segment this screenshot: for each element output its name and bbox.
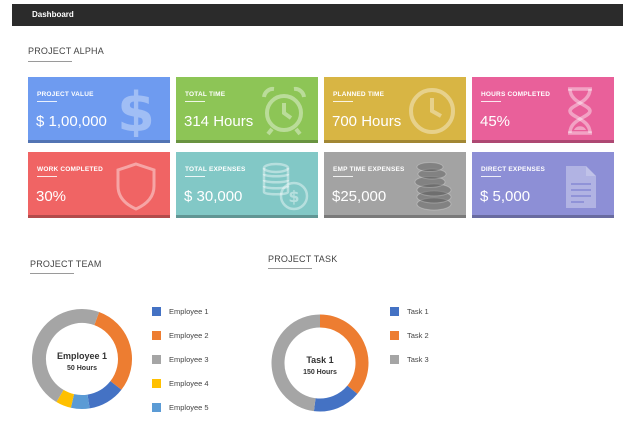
card-label-underline: [333, 101, 353, 102]
legend-swatch: [152, 355, 161, 364]
task-center-hours: 150 Hours: [303, 369, 337, 376]
task-title: PROJECT TASK: [268, 254, 338, 264]
legend-swatch: [152, 307, 161, 316]
card-value: $25,000: [332, 188, 387, 205]
card-total-expenses[interactable]: TOTAL EXPENSES $ 30,000 $: [176, 152, 318, 218]
card-project-value[interactable]: PROJECT VALUE $ 1,00,000 $: [28, 77, 170, 143]
legend-swatch: [390, 355, 399, 364]
legend-swatch: [152, 403, 161, 412]
team-title: PROJECT TEAM: [30, 259, 102, 269]
legend-label: Task 3: [407, 355, 429, 364]
team-title-underline: [30, 273, 74, 274]
card-label: TOTAL EXPENSES: [185, 166, 246, 173]
svg-text:$: $: [288, 187, 299, 206]
card-label-underline: [481, 176, 501, 177]
card-label-underline: [37, 176, 57, 177]
card-direct-expenses[interactable]: DIRECT EXPENSES $ 5,000: [472, 152, 614, 218]
card-hours-completed[interactable]: HOURS COMPLETED 45%: [472, 77, 614, 143]
task-center-name: Task 1: [306, 355, 334, 365]
donut-segment[interactable]: [70, 394, 90, 409]
shield-icon: [116, 162, 156, 211]
team-center-hours: 50 Hours: [67, 365, 97, 372]
legend-label: Task 2: [407, 331, 429, 340]
card-work-completed[interactable]: WORK COMPLETED 30%: [28, 152, 170, 218]
card-bottom-bar: [28, 140, 170, 143]
card-bottom-bar: [324, 215, 466, 218]
app-title: Dashboard: [32, 10, 74, 19]
team-center-name: Employee 1: [56, 351, 108, 361]
card-planned-time[interactable]: PLANNED TIME 700 Hours: [324, 77, 466, 143]
card-value: 700 Hours: [332, 113, 402, 130]
coin-stack-icon: [414, 162, 452, 211]
card-label: TOTAL TIME: [185, 91, 226, 98]
project-title: PROJECT ALPHA: [28, 46, 104, 56]
card-label-underline: [37, 101, 57, 102]
card-label: EMP TIME EXPENSES: [333, 166, 405, 173]
card-bottom-bar: [472, 140, 614, 143]
card-value: $ 5,000: [480, 188, 531, 205]
top-bar: Dashboard: [12, 4, 623, 26]
task-title-underline: [268, 268, 312, 269]
card-label: DIRECT EXPENSES: [481, 166, 546, 173]
donut-segment[interactable]: [313, 385, 358, 412]
card-bottom-bar: [324, 140, 466, 143]
card-label: HOURS COMPLETED: [481, 91, 551, 98]
legend-swatch: [152, 379, 161, 388]
svg-text:$: $: [117, 83, 155, 137]
card-value: $ 30,000: [184, 188, 243, 205]
card-bottom-bar: [472, 215, 614, 218]
card-value: $ 1,00,000: [36, 113, 107, 130]
card-label-underline: [481, 101, 501, 102]
card-bottom-bar: [176, 140, 318, 143]
card-label: WORK COMPLETED: [37, 166, 103, 173]
legend-swatch: [152, 331, 161, 340]
card-value: 45%: [480, 113, 511, 130]
card-label-underline: [185, 101, 205, 102]
card-value: 314 Hours: [184, 113, 254, 130]
legend-label: Employee 3: [169, 355, 209, 364]
card-label: PLANNED TIME: [333, 91, 385, 98]
legend-label: Task 1: [407, 307, 429, 316]
legend-swatch: [390, 307, 399, 316]
card-bottom-bar: [176, 215, 318, 218]
dollar-icon: $: [117, 83, 155, 137]
donut-segment[interactable]: [87, 380, 122, 409]
project-title-underline: [28, 61, 72, 62]
coins-dollar-icon: $: [262, 162, 309, 211]
team-donut-center: Employee 1 50 Hours: [44, 351, 120, 372]
card-label-underline: [185, 176, 205, 177]
hourglass-icon: [568, 87, 592, 135]
clock-icon: [409, 88, 455, 134]
donut-segment[interactable]: [56, 389, 75, 408]
document-icon: [566, 166, 596, 208]
card-total-time[interactable]: TOTAL TIME 314 Hours: [176, 77, 318, 143]
card-bottom-bar: [28, 215, 170, 218]
legend-label: Employee 5: [169, 403, 209, 412]
legend-label: Employee 2: [169, 331, 209, 340]
legend-label: Employee 1: [169, 307, 209, 316]
card-emp-time-expenses[interactable]: EMP TIME EXPENSES $25,000: [324, 152, 466, 218]
task-donut-center: Task 1 150 Hours: [283, 355, 357, 376]
card-label: PROJECT VALUE: [37, 91, 94, 98]
card-label-underline: [333, 176, 353, 177]
alarm-clock-icon: [262, 86, 306, 136]
legend-label: Employee 4: [169, 379, 209, 388]
card-value: 30%: [36, 188, 67, 205]
legend-swatch: [390, 331, 399, 340]
